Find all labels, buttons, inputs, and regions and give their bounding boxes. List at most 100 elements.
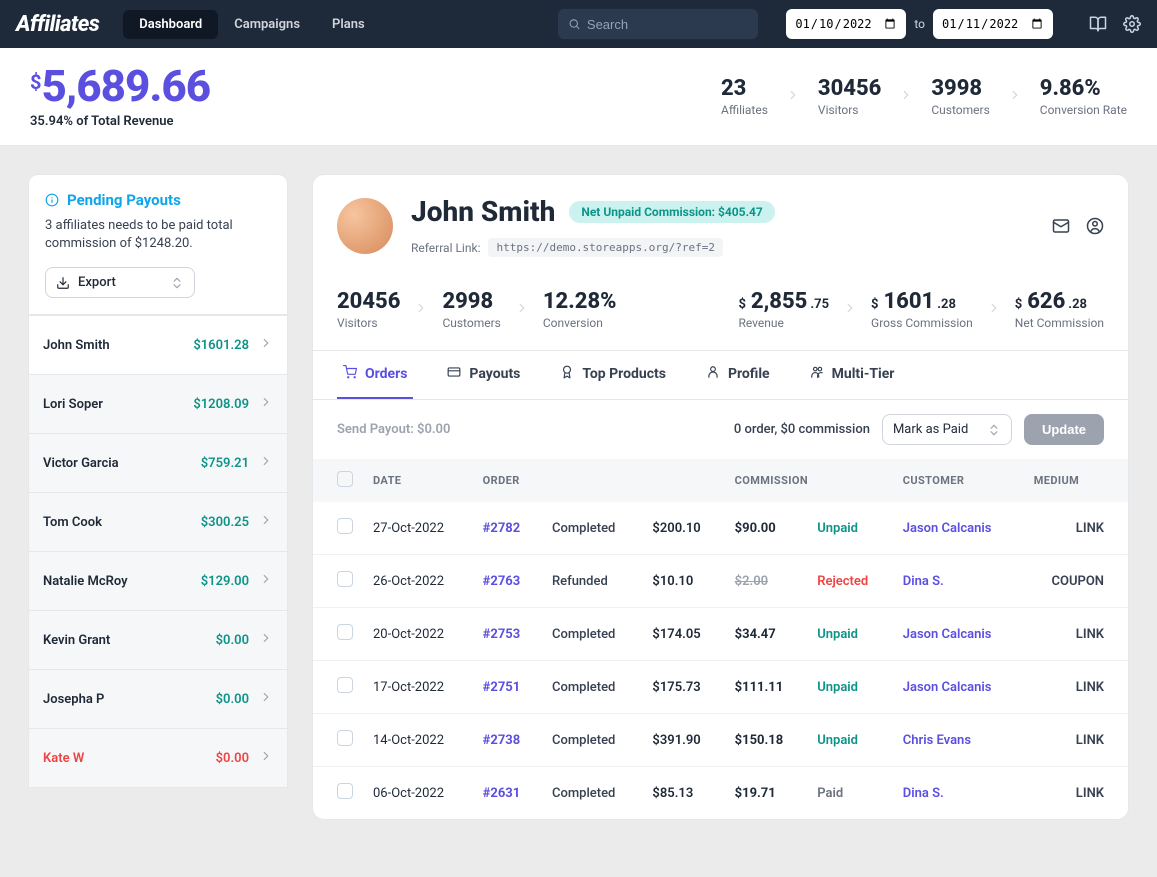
pending-text: 3 affiliates needs to be paid total comm… [45,217,271,253]
cell-total: $174.05 [652,627,700,642]
nav-campaigns[interactable]: Campaigns [218,10,316,39]
ref-link[interactable]: https://demo.storeapps.org/?ref=2 [488,238,723,257]
avatar [337,198,393,254]
pending-card: Pending Payouts 3 affiliates needs to be… [28,174,288,315]
search-input[interactable] [587,17,748,32]
affiliate-name: Josepha P [43,692,104,707]
cell-status: Completed [552,680,615,695]
orders-icon [343,365,357,383]
tab-top-products[interactable]: Top Products [554,351,672,399]
cell-medium: LINK [1024,661,1128,714]
gear-icon[interactable] [1123,15,1141,33]
affiliate-name: Kevin Grant [43,633,110,648]
date-to[interactable] [933,9,1053,39]
customer-link[interactable]: Dina S. [903,574,944,589]
chevron-right-icon [259,395,273,413]
table-row: 27-Oct-2022 #2782 Completed $200.10 $90.… [313,502,1128,555]
app-header: Affiliates Dashboard Campaigns Plans to [0,0,1157,48]
cell-total: $391.90 [652,733,700,748]
search-wrap[interactable] [558,9,758,39]
export-label: Export [78,275,116,290]
order-link[interactable]: #2738 [483,733,521,748]
affiliate-row[interactable]: Kevin Grant $0.00 [29,610,287,669]
customer-link[interactable]: Chris Evans [903,733,971,748]
cell-pay-status: Unpaid [817,521,858,536]
chevron-right-icon [786,87,800,106]
cell-commission: $150.18 [735,733,784,748]
affiliate-row[interactable]: John Smith $1601.28 [29,315,287,374]
row-checkbox[interactable] [337,730,353,746]
chevron-right-icon [259,572,273,590]
tab-orders[interactable]: Orders [337,351,413,399]
affiliate-row[interactable]: Tom Cook $300.25 [29,492,287,551]
cell-pay-status: Unpaid [817,680,858,695]
user-icon[interactable] [1086,217,1104,235]
chevron-right-icon [259,631,273,649]
updown-icon [170,276,184,290]
row-checkbox[interactable] [337,624,353,640]
book-icon[interactable] [1089,15,1107,33]
cell-pay-status: Unpaid [817,733,858,748]
order-link[interactable]: #2782 [483,521,521,536]
customer-link[interactable]: Jason Calcanis [903,680,992,695]
order-link[interactable]: #2751 [483,680,521,695]
affiliate-row[interactable]: Natalie McRoy $129.00 [29,551,287,610]
tab-multi-tier[interactable]: Multi-Tier [804,351,901,399]
metric-net-commission: $626.28 Net Commission [1015,289,1104,330]
cell-pay-status: Rejected [817,574,868,589]
affiliate-amount: $759.21 [201,456,249,471]
affiliate-name: Victor Garcia [43,456,119,471]
tab-payouts[interactable]: Payouts [441,351,526,399]
affiliate-row[interactable]: Victor Garcia $759.21 [29,433,287,492]
customer-link[interactable]: Jason Calcanis [903,627,992,642]
send-payout[interactable]: Send Payout: $0.00 [337,422,450,437]
mail-icon[interactable] [1052,217,1070,235]
order-link[interactable]: #2631 [483,786,521,801]
cell-medium: LINK [1024,502,1128,555]
th-date: DATE [363,459,473,502]
date-from[interactable] [786,9,906,39]
affiliate-amount: $0.00 [216,692,249,707]
cell-medium: COUPON [1024,555,1128,608]
cell-commission: $111.11 [735,680,784,695]
affiliate-name: John Smith [43,338,110,353]
mark-as-select[interactable]: Mark as Paid [882,414,1012,445]
chevron-right-icon [259,749,273,767]
ref-label: Referral Link: [411,241,480,255]
body: Pending Payouts 3 affiliates needs to be… [0,146,1157,848]
tab-profile[interactable]: Profile [700,351,776,399]
customer-link[interactable]: Dina S. [903,786,944,801]
row-checkbox[interactable] [337,571,353,587]
affiliate-row[interactable]: Lori Soper $1208.09 [29,374,287,433]
select-all-checkbox[interactable] [337,471,353,487]
row-checkbox[interactable] [337,783,353,799]
row-checkbox[interactable] [337,677,353,693]
payouts-icon [447,365,461,383]
pending-title-text: Pending Payouts [67,191,181,209]
affiliate-amount: $0.00 [216,633,249,648]
export-button[interactable]: Export [45,267,195,298]
order-link[interactable]: #2753 [483,627,521,642]
sidebar: Pending Payouts 3 affiliates needs to be… [28,174,288,788]
affiliate-row[interactable]: Josepha P $0.00 [29,669,287,728]
update-button[interactable]: Update [1024,414,1104,445]
stat-conversion-rate: 9.86% Conversion Rate [1040,76,1127,117]
order-link[interactable]: #2763 [483,574,521,589]
metrics-row: 20456 Visitors 2998 Customers 12.28% Con… [313,277,1128,351]
affiliate-row[interactable]: Kate W $0.00 [29,728,287,787]
table-row: 14-Oct-2022 #2738 Completed $391.90 $150… [313,714,1128,767]
profile-icon [706,365,720,383]
cell-pay-status: Paid [817,786,843,801]
cell-commission: $90.00 [735,521,776,536]
cell-date: 20-Oct-2022 [363,608,473,661]
row-checkbox[interactable] [337,518,353,534]
cell-date: 26-Oct-2022 [363,555,473,608]
affiliate-amount: $1601.28 [193,338,249,353]
nav-plans[interactable]: Plans [316,10,381,39]
stat-visitors: 30456 Visitors [818,76,881,117]
nav-dashboard[interactable]: Dashboard [123,10,218,39]
customer-link[interactable]: Jason Calcanis [903,521,992,536]
metric-revenue: $2,855.75 Revenue [738,289,829,330]
download-icon [56,276,70,290]
affiliate-list: John Smith $1601.28 Lori Soper $1208.09 … [28,315,288,788]
